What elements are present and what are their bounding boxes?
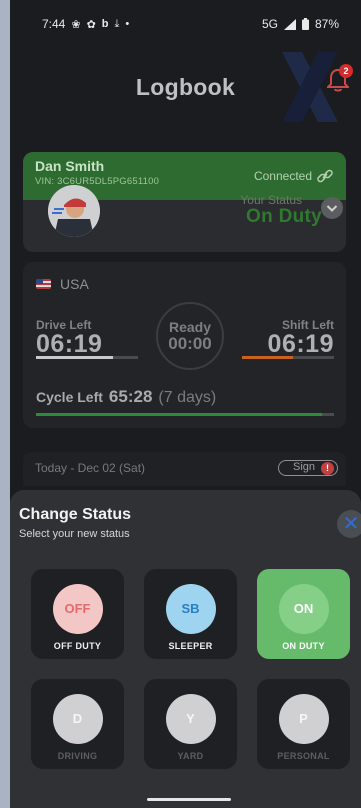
status-tile-sleeper[interactable]: SB SLEEPER [144,569,237,659]
status-tile-driving[interactable]: D DRIVING [31,679,124,769]
cycle-left-label: Cycle Left [36,389,103,405]
signal-icon [283,18,296,30]
personal-circle: P [278,694,329,744]
cycle-progress-fill [36,413,323,416]
connection-label: Connected [253,169,312,183]
personal-label: PERSONAL [277,751,330,761]
clock-text: 7:44 [42,17,66,31]
on-duty-circle: ON [278,584,329,634]
change-status-sheet: Change Status Select your new status ✕ O… [10,490,361,790]
battery-icon [301,18,309,30]
drive-progress-fill [36,356,113,359]
ready-label: Ready [168,319,212,335]
app-header: Logbook 2 [10,52,361,122]
close-icon: ✕ [342,513,360,535]
driving-label: DRIVING [57,751,98,761]
shift-left: Shift Left 06:19 [267,318,334,358]
shift-progress-track [242,356,334,359]
sleeper-circle: SB [165,584,216,634]
drive-left-value: 06:19 [36,330,103,358]
yard-circle: Y [165,694,216,744]
avatar[interactable] [48,185,100,237]
country-row: USA [36,276,89,292]
battery-text: 87% [314,17,339,31]
download-icon: ⤓ [114,17,120,30]
app-notification-icon: ❀ [71,18,81,31]
driver-avatar-icon [48,185,100,237]
status-tile-yard[interactable]: Y YARD [144,679,237,769]
status-tile-personal[interactable]: P PERSONAL [257,679,350,769]
sheet-subtitle: Select your new status [19,528,130,540]
sign-button[interactable]: Sign ! [278,460,338,476]
app-notification-icon-2: ✿ [86,18,96,31]
status-value[interactable]: On Duty [246,206,322,228]
side-strip [0,0,10,808]
cycle-left-value: 65:28 [108,387,153,406]
status-bar: 7:44 ❀ ✿ b ⤓ • 5G 87% [10,0,361,48]
sleeper-label: SLEEPER [168,641,213,651]
b-app-icon: b [101,18,109,30]
today-row: Today - Dec 02 (Sat) Sign ! [23,452,346,486]
yard-label: YARD [177,751,204,761]
status-label: Your Status [240,193,302,207]
status-dropdown-button[interactable] [321,197,343,219]
cycle-days: (7 days) [158,389,217,406]
shift-progress-fill [242,356,293,359]
chevron-down-icon [326,205,338,212]
hours-card: USA Drive Left 06:19 Ready 00:00 Shift L… [23,262,346,428]
phone-screen: 7:44 ❀ ✿ b ⤓ • 5G 87% Logbook 2 Dan Smit… [0,0,361,808]
dot-icon: • [125,18,130,30]
notification-badge: 2 [339,64,353,78]
home-gesture-pill[interactable] [147,798,231,801]
sheet-title: Change Status [19,506,132,523]
connection-status[interactable]: Connected [254,167,334,185]
status-tile-on-duty[interactable]: ON ON DUTY [257,569,350,659]
on-duty-label: ON DUTY [282,641,325,651]
driver-card: Dan Smith VIN: 3C6UR5DL5PG651100 Connect… [23,152,346,252]
today-label: Today - Dec 02 (Sat) [35,461,146,475]
alert-icon: ! [321,462,334,475]
drive-left: Drive Left 06:19 [36,318,103,358]
close-button[interactable]: ✕ [337,510,361,538]
driving-circle: D [52,694,103,744]
country-label: USA [60,276,89,292]
cycle-progress-track [36,413,334,416]
drive-progress-track [36,356,138,359]
network-text: 5G [261,17,278,31]
ready-clock: Ready 00:00 [156,302,224,370]
sign-label: Sign [293,461,316,473]
off-duty-label: OFF DUTY [53,641,102,651]
ready-value: 00:00 [168,334,212,353]
link-icon [317,169,333,183]
status-tile-off-duty[interactable]: OFF OFF DUTY [31,569,124,659]
cycle-row: Cycle Left 65:28 (7 days) [36,387,216,407]
us-flag-icon [36,279,51,289]
off-duty-circle: OFF [52,584,103,634]
shift-left-value: 06:19 [267,330,334,358]
navigation-bar [10,790,361,808]
